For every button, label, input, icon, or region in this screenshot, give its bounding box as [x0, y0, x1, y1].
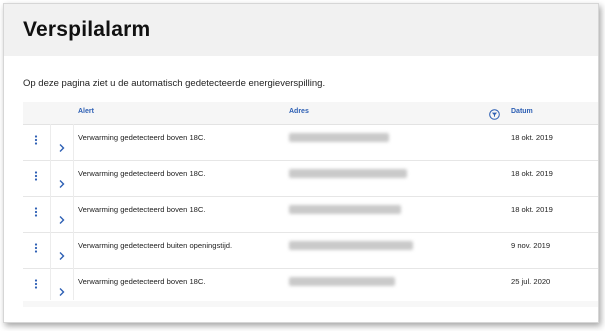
- address-redacted: [289, 169, 407, 178]
- table-row[interactable]: Verwarming gedetecteerd boven 18C. 18 ok…: [23, 197, 598, 233]
- expand-row-chevron-icon[interactable]: [58, 212, 66, 224]
- kebab-menu-icon[interactable]: [33, 134, 39, 148]
- table-row[interactable]: Verwarming gedetecteerd boven 18C. 25 ju…: [23, 269, 598, 305]
- table-row[interactable]: Verwarming gedetecteerd boven 18C. 18 ok…: [23, 125, 598, 161]
- column-header-date[interactable]: Datum: [511, 108, 533, 115]
- alert-text: Verwarming gedetecteerd buiten openingst…: [78, 241, 233, 250]
- alert-text: Verwarming gedetecteerd boven 18C.: [78, 169, 206, 178]
- table-row[interactable]: Verwarming gedetecteerd buiten openingst…: [23, 233, 598, 269]
- address-redacted: [289, 133, 389, 142]
- kebab-menu-icon[interactable]: [33, 170, 39, 184]
- expand-row-chevron-icon[interactable]: [58, 284, 66, 296]
- filter-icon[interactable]: [489, 107, 500, 120]
- table-header-row: Alert Adres Datum: [23, 102, 598, 125]
- kebab-menu-icon[interactable]: [33, 278, 39, 292]
- table-row[interactable]: Verwarming gedetecteerd boven 18C. 18 ok…: [23, 161, 598, 197]
- kebab-menu-icon[interactable]: [33, 206, 39, 220]
- alert-date: 9 nov. 2019: [511, 241, 551, 250]
- table-footer: [23, 301, 598, 307]
- column-header-alert[interactable]: Alert: [78, 108, 94, 115]
- kebab-menu-icon[interactable]: [33, 242, 39, 256]
- page-title: Verspilalarm: [23, 18, 151, 41]
- page-header: Verspilalarm: [4, 4, 598, 56]
- expand-row-chevron-icon[interactable]: [58, 176, 66, 188]
- address-redacted: [289, 241, 413, 250]
- address-redacted: [289, 277, 395, 286]
- column-header-address[interactable]: Adres: [289, 108, 309, 115]
- address-redacted: [289, 205, 401, 214]
- alert-text: Verwarming gedetecteerd boven 18C.: [78, 133, 206, 142]
- column-divider: [50, 124, 51, 300]
- alert-text: Verwarming gedetecteerd boven 18C.: [78, 277, 206, 286]
- alert-date: 18 okt. 2019: [511, 133, 553, 142]
- alert-date: 18 okt. 2019: [511, 169, 553, 178]
- alerts-table: Alert Adres Datum Verwarming gedetecteer…: [23, 102, 598, 305]
- alert-date: 18 okt. 2019: [511, 205, 553, 214]
- app-window: Verspilalarm Op deze pagina ziet u de au…: [3, 3, 599, 323]
- alert-text: Verwarming gedetecteerd boven 18C.: [78, 205, 206, 214]
- column-divider: [73, 124, 74, 300]
- alert-date: 25 jul. 2020: [511, 277, 551, 286]
- expand-row-chevron-icon[interactable]: [58, 248, 66, 260]
- expand-row-chevron-icon[interactable]: [58, 140, 66, 152]
- page-intro-text: Op deze pagina ziet u de automatisch ged…: [23, 78, 326, 89]
